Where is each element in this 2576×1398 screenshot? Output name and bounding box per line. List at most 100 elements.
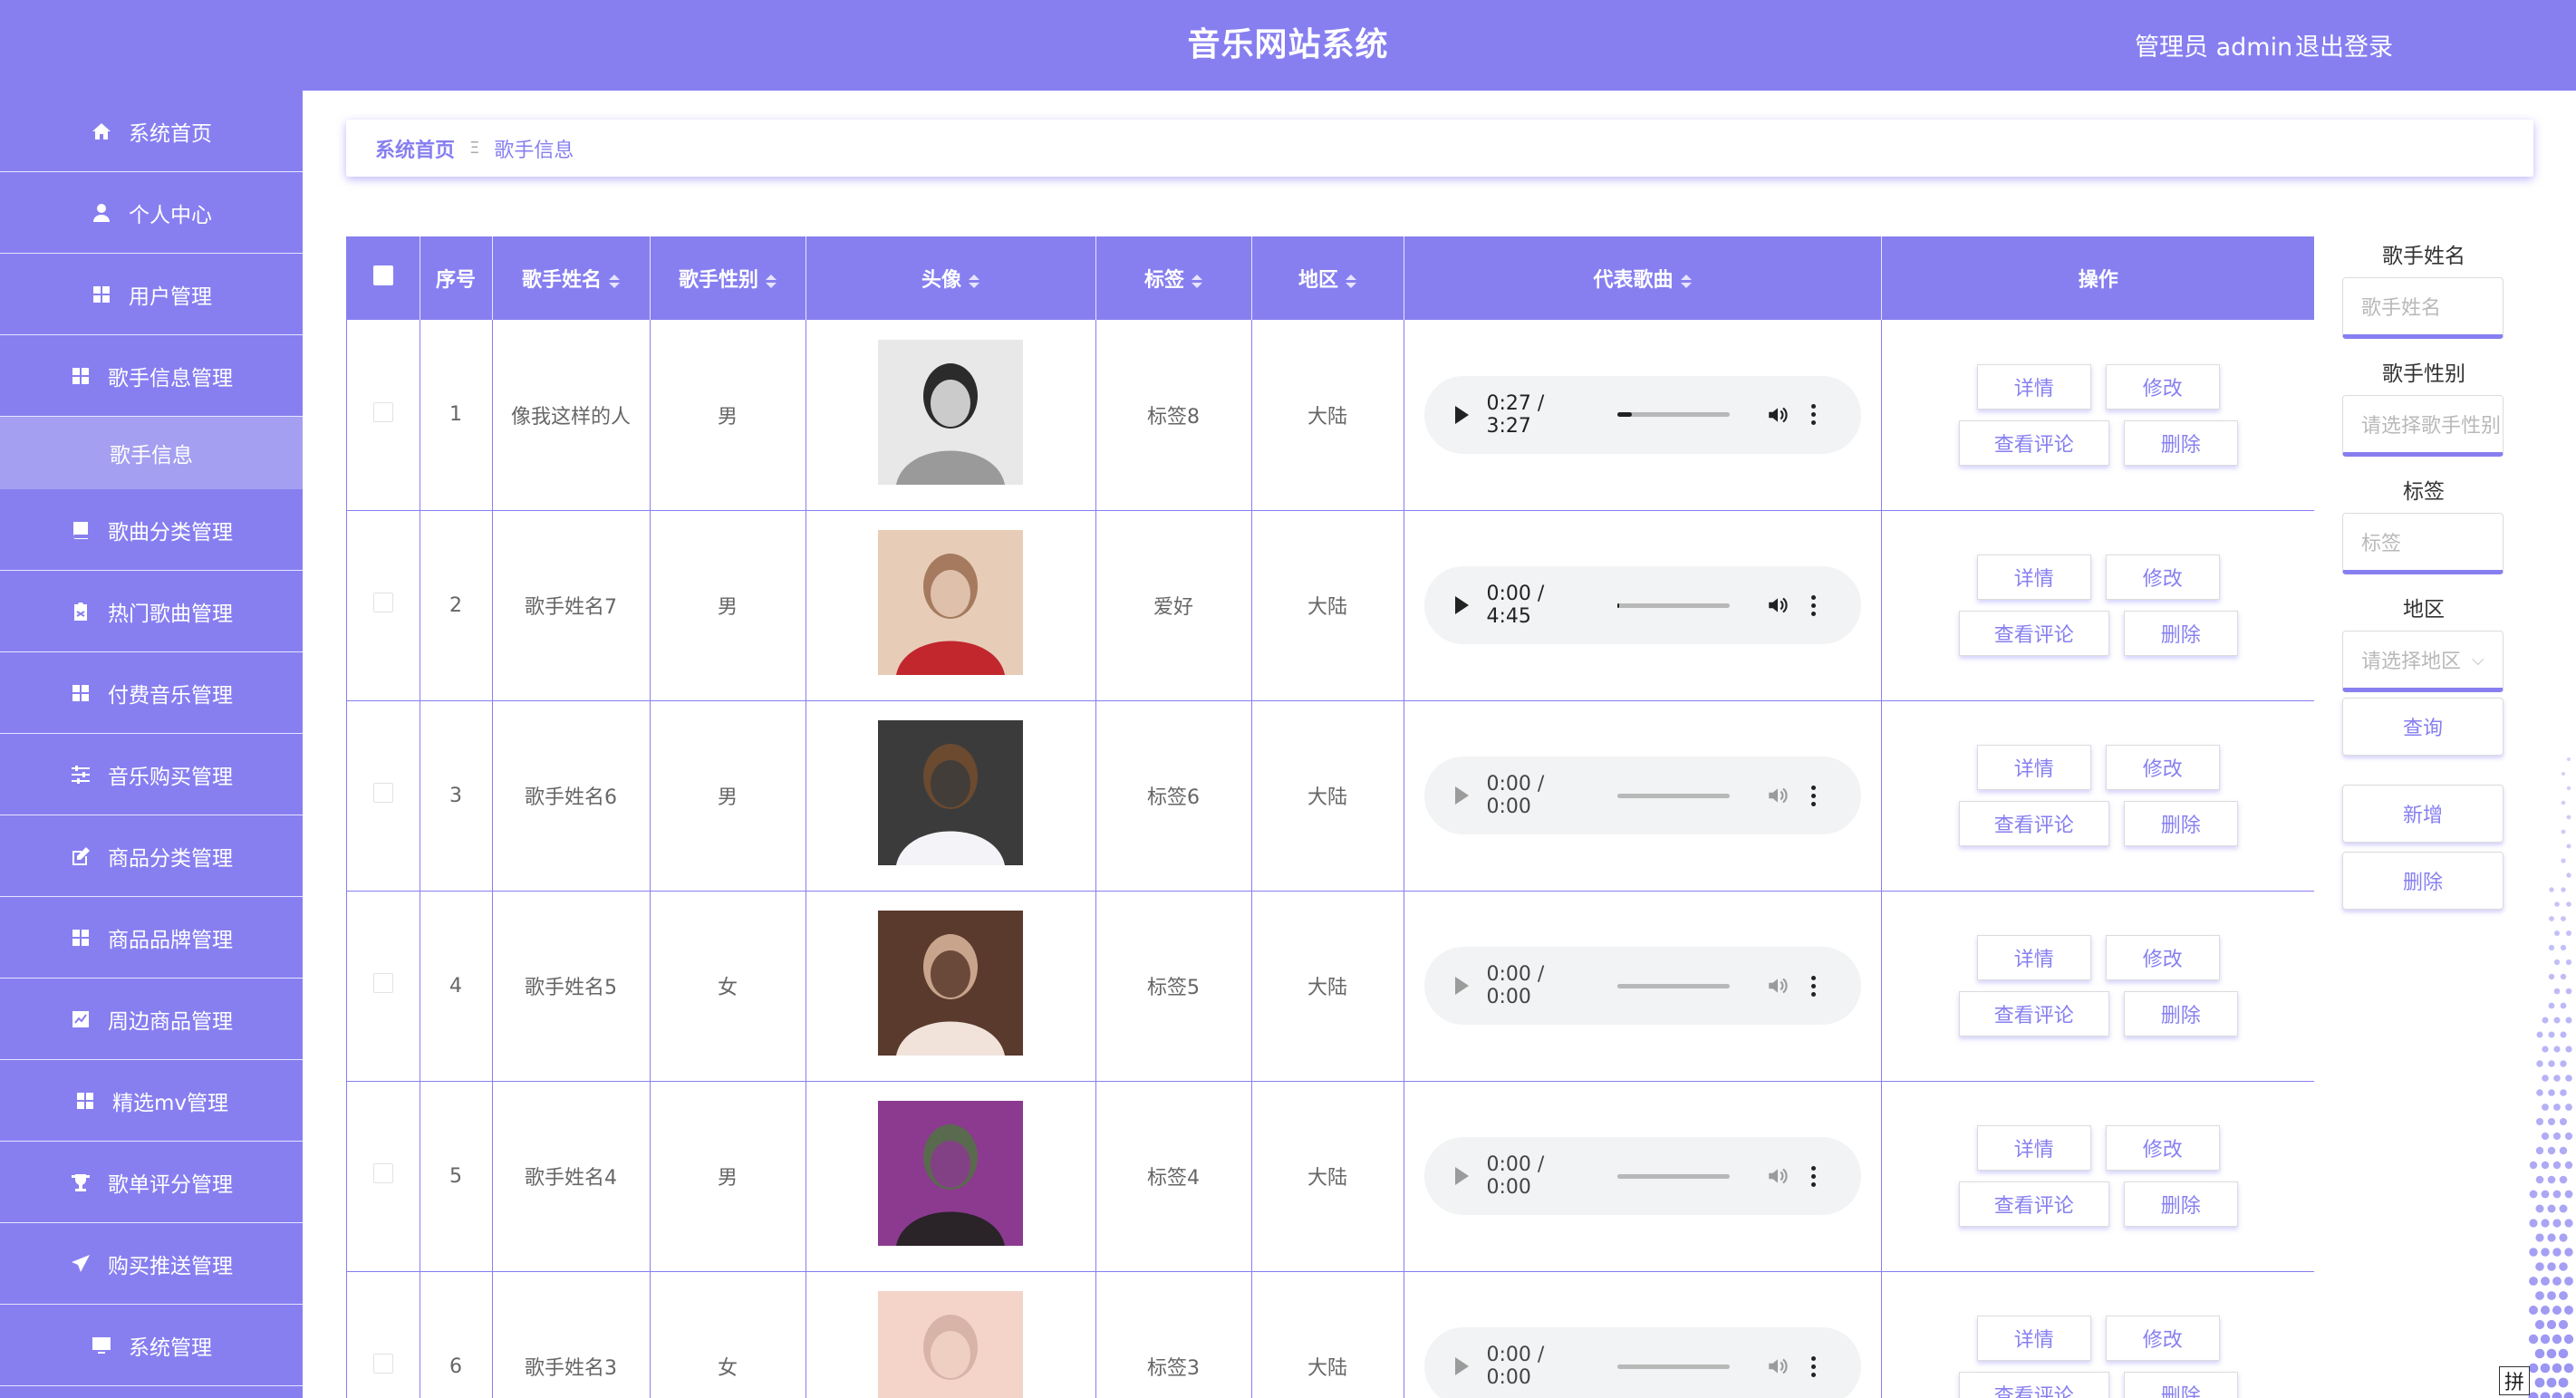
row-checkbox[interactable] <box>372 1354 393 1374</box>
audio-player[interactable]: 0:27 / 3:27 <box>1423 375 1861 454</box>
view-comments-button[interactable]: 查看评论 <box>1958 801 2109 846</box>
sidebar-item-3[interactable]: 歌手信息管理 <box>0 335 303 417</box>
sidebar-item-15[interactable]: 系统管理 <box>0 1305 303 1386</box>
volume-icon[interactable] <box>1766 1164 1790 1188</box>
audio-progress[interactable] <box>1616 1173 1730 1179</box>
singer-avatar[interactable] <box>878 1101 1023 1246</box>
edit-button[interactable]: 修改 <box>2105 1125 2220 1171</box>
sidebar-item-13[interactable]: 歌单评分管理 <box>0 1142 303 1223</box>
play-icon[interactable] <box>1454 596 1469 614</box>
row-checkbox[interactable] <box>372 401 393 422</box>
sidebar-item-1[interactable]: 个人中心 <box>0 172 303 254</box>
col-name[interactable]: 歌手姓名 <box>492 236 651 320</box>
edit-button[interactable]: 修改 <box>2105 554 2220 600</box>
sidebar-item-10[interactable]: 商品品牌管理 <box>0 897 303 979</box>
more-options-icon[interactable] <box>1811 593 1817 618</box>
delete-button[interactable]: 删除 <box>2123 1181 2238 1227</box>
sidebar-item-7[interactable]: 付费音乐管理 <box>0 652 303 734</box>
detail-button[interactable]: 详情 <box>1976 745 2091 790</box>
delete-button[interactable]: 删除 <box>2123 801 2238 846</box>
audio-player[interactable]: 0:00 / 0:00 <box>1423 757 1861 834</box>
view-comments-button[interactable]: 查看评论 <box>1958 1372 2109 1398</box>
more-options-icon[interactable] <box>1811 1355 1817 1379</box>
name-input[interactable]: 歌手姓名 <box>2342 277 2504 339</box>
table-row[interactable]: 6 歌手姓名3 女 标签3 大陆 0:00 / 0:00 详情 修改 查看评论 … <box>347 1271 2314 1398</box>
sort-icon[interactable] <box>1680 274 1692 288</box>
more-options-icon[interactable] <box>1811 402 1817 427</box>
audio-progress[interactable] <box>1616 793 1730 798</box>
play-icon[interactable] <box>1454 405 1469 424</box>
detail-button[interactable]: 详情 <box>1976 1125 2091 1171</box>
sidebar-item-8[interactable]: 音乐购买管理 <box>0 734 303 815</box>
col-gender[interactable]: 歌手性别 <box>650 236 806 320</box>
sort-icon[interactable] <box>609 274 620 288</box>
play-icon[interactable] <box>1454 1357 1469 1375</box>
col-avatar[interactable]: 头像 <box>806 236 1096 320</box>
detail-button[interactable]: 详情 <box>1976 935 2091 980</box>
play-icon[interactable] <box>1454 1167 1469 1185</box>
sidebar-item-4[interactable]: 歌手信息 <box>0 417 303 489</box>
detail-button[interactable]: 详情 <box>1976 1316 2091 1361</box>
detail-button[interactable]: 详情 <box>1976 554 2091 600</box>
gender-select[interactable]: 请选择歌手性别 <box>2342 395 2504 457</box>
sidebar-item-0[interactable]: 系统首页 <box>0 91 303 172</box>
ime-indicator[interactable]: 拼 <box>2499 1366 2530 1395</box>
volume-icon[interactable] <box>1766 784 1790 807</box>
col-song[interactable]: 代表歌曲 <box>1404 236 1882 320</box>
col-region[interactable]: 地区 <box>1251 236 1404 320</box>
sidebar-item-5[interactable]: 歌曲分类管理 <box>0 489 303 571</box>
sidebar-item-2[interactable]: 用户管理 <box>0 254 303 335</box>
sidebar-item-12[interactable]: 精选mv管理 <box>0 1060 303 1142</box>
delete-button[interactable]: 删除 <box>2123 991 2238 1036</box>
sidebar-item-11[interactable]: 周边商品管理 <box>0 979 303 1060</box>
row-checkbox[interactable] <box>372 783 393 803</box>
audio-player[interactable]: 0:00 / 0:00 <box>1423 1137 1861 1215</box>
row-checkbox[interactable] <box>372 973 393 993</box>
volume-icon[interactable] <box>1766 974 1790 998</box>
sidebar-item-9[interactable]: 商品分类管理 <box>0 815 303 897</box>
col-tag[interactable]: 标签 <box>1095 236 1252 320</box>
audio-player[interactable]: 0:00 / 0:00 <box>1423 947 1861 1025</box>
play-icon[interactable] <box>1454 786 1469 805</box>
row-checkbox[interactable] <box>372 593 393 612</box>
play-icon[interactable] <box>1454 977 1469 995</box>
delete-button[interactable]: 删除 <box>2123 611 2238 656</box>
batch-delete-button[interactable]: 删除 <box>2342 852 2504 910</box>
sidebar-item-14[interactable]: 购买推送管理 <box>0 1223 303 1305</box>
add-button[interactable]: 新增 <box>2342 785 2504 843</box>
view-comments-button[interactable]: 查看评论 <box>1958 419 2109 466</box>
view-comments-button[interactable]: 查看评论 <box>1958 1181 2109 1227</box>
sort-icon[interactable] <box>1192 274 1202 288</box>
table-row[interactable]: 4 歌手姓名5 女 标签5 大陆 0:00 / 0:00 详情 修改 查看评论 … <box>347 891 2314 1082</box>
sort-icon[interactable] <box>766 274 777 288</box>
singer-avatar[interactable] <box>878 339 1023 485</box>
table-row[interactable]: 3 歌手姓名6 男 标签6 大陆 0:00 / 0:00 详情 修改 查看评论 … <box>347 700 2314 892</box>
delete-button[interactable]: 删除 <box>2123 419 2238 466</box>
edit-button[interactable]: 修改 <box>2105 935 2220 980</box>
detail-button[interactable]: 详情 <box>1976 363 2091 410</box>
row-checkbox[interactable] <box>372 1163 393 1183</box>
select-all-checkbox[interactable] <box>372 265 393 285</box>
sort-icon[interactable] <box>969 274 979 288</box>
view-comments-button[interactable]: 查看评论 <box>1958 991 2109 1036</box>
singer-avatar[interactable] <box>878 720 1023 865</box>
audio-progress[interactable] <box>1616 983 1730 988</box>
table-row[interactable]: 5 歌手姓名4 男 标签4 大陆 0:00 / 0:00 详情 修改 查看评论 … <box>347 1081 2314 1272</box>
view-comments-button[interactable]: 查看评论 <box>1958 611 2109 656</box>
audio-progress[interactable] <box>1616 412 1730 418</box>
sidebar-item-6[interactable]: 热门歌曲管理 <box>0 571 303 652</box>
query-button[interactable]: 查询 <box>2342 698 2504 756</box>
edit-button[interactable]: 修改 <box>2105 745 2220 790</box>
audio-player[interactable]: 0:00 / 0:00 <box>1423 1327 1861 1398</box>
region-select[interactable]: 请选择地区 ⌵ <box>2342 631 2504 692</box>
sort-icon[interactable] <box>1346 274 1356 288</box>
more-options-icon[interactable] <box>1811 784 1817 808</box>
singer-avatar[interactable] <box>878 1291 1023 1398</box>
audio-progress[interactable] <box>1616 603 1730 608</box>
more-options-icon[interactable] <box>1811 1164 1817 1189</box>
audio-progress[interactable] <box>1616 1364 1730 1369</box>
singer-avatar[interactable] <box>878 530 1023 675</box>
logout-link[interactable]: 退出登录 <box>2295 27 2393 63</box>
audio-player[interactable]: 0:00 / 4:45 <box>1423 566 1861 644</box>
more-options-icon[interactable] <box>1811 974 1817 998</box>
